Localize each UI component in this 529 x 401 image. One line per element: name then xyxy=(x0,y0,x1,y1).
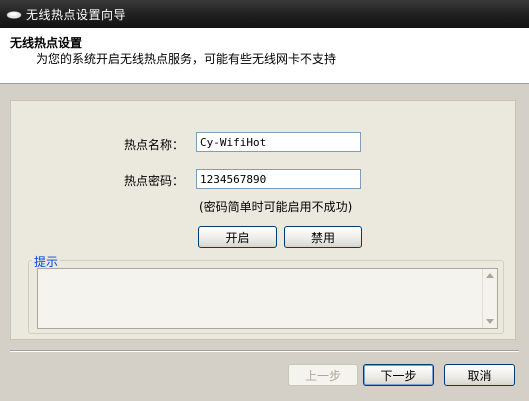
ssid-label: 热点名称： xyxy=(124,138,185,152)
tips-textarea[interactable] xyxy=(37,268,498,329)
enable-button[interactable]: 开启 xyxy=(198,226,277,248)
title-bar: 无线热点设置向导 xyxy=(0,0,529,28)
back-button[interactable]: 上一步 xyxy=(288,364,358,386)
next-button[interactable]: 下一步 xyxy=(363,364,434,386)
password-label: 热点密码： xyxy=(124,174,185,188)
page-subtitle: 为您的系统开启无线热点服务，可能有些无线网卡不支持 xyxy=(36,52,337,66)
window-title: 无线热点设置向导 xyxy=(26,8,127,22)
wizard-header: 无线热点设置 为您的系统开启无线热点服务，可能有些无线网卡不支持 xyxy=(0,28,529,84)
ssid-input[interactable] xyxy=(196,132,361,152)
scroll-down-icon[interactable] xyxy=(486,319,494,324)
tips-scrollbar[interactable] xyxy=(482,269,497,328)
cancel-button[interactable]: 取消 xyxy=(444,364,515,386)
disable-button[interactable]: 禁用 xyxy=(284,226,362,248)
password-hint: (密码简单时可能启用不成功) xyxy=(199,200,353,214)
scroll-up-icon[interactable] xyxy=(486,273,494,278)
password-input[interactable] xyxy=(196,169,361,189)
app-icon xyxy=(6,8,22,20)
page-title: 无线热点设置 xyxy=(10,36,83,50)
